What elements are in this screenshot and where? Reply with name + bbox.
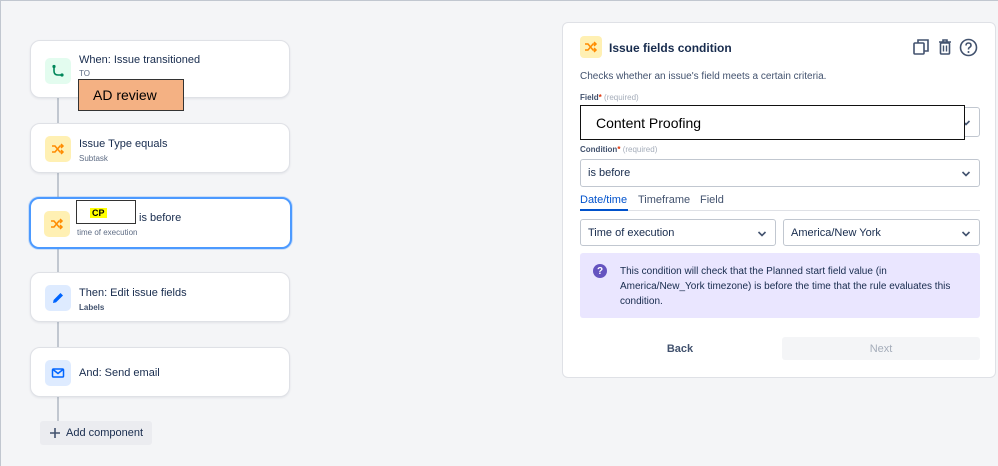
condition1-title: Issue Type equals	[79, 138, 168, 150]
field-condition-card[interactable]: is before time of execution	[29, 197, 292, 249]
mail-icon	[45, 360, 71, 386]
send-email-action-card[interactable]: And: Send email	[30, 347, 290, 397]
field-name-overlay: CP	[76, 200, 136, 224]
chevron-down-icon	[961, 229, 971, 241]
chevron-down-icon	[757, 229, 767, 241]
field-value-overlay: Content Proofing	[580, 105, 965, 140]
issue-type-condition-card[interactable]: Issue Type equals Subtask	[30, 123, 290, 173]
action1-sub: Labels	[79, 303, 105, 312]
timezone-select[interactable]: America/New York	[783, 219, 980, 246]
pencil-icon	[45, 285, 71, 311]
panel-description: Checks whether an issue's field meets a …	[580, 71, 827, 82]
active-tab-indicator	[580, 209, 628, 211]
add-component-label: Add component	[66, 427, 144, 439]
info-text: This condition will check that the Plann…	[620, 266, 951, 307]
trash-icon[interactable]	[936, 38, 954, 56]
tab-date-time[interactable]: Date/time	[580, 194, 627, 206]
next-button[interactable]: Next	[782, 337, 980, 360]
condition-select[interactable]: is before	[580, 159, 980, 187]
time-select[interactable]: Time of execution	[580, 219, 776, 246]
panel-title: Issue fields condition	[609, 41, 732, 55]
edit-fields-action-card[interactable]: Then: Edit issue fields Labels	[30, 272, 290, 322]
left-border	[0, 0, 1, 466]
tab-timeframe[interactable]: Timeframe	[638, 194, 690, 206]
tabs-divider	[580, 210, 980, 211]
top-border	[0, 0, 998, 1]
copy-icon[interactable]	[912, 38, 930, 56]
shuffle-icon	[580, 36, 602, 58]
condition-value: is before	[588, 167, 631, 179]
shuffle-icon	[44, 211, 70, 237]
action2-title: And: Send email	[79, 367, 160, 379]
action1-title: Then: Edit issue fields	[79, 287, 187, 299]
time-select-value: Time of execution	[588, 226, 675, 239]
condition2-sub: time of execution	[77, 228, 138, 237]
question-icon: ?	[593, 264, 607, 278]
condition2-title: is before	[139, 212, 182, 224]
field-label: Field* (required)	[580, 93, 639, 102]
tab-field[interactable]: Field	[700, 194, 724, 206]
condition-label: Condition* (required)	[580, 145, 658, 154]
trigger-title: When: Issue transitioned	[79, 54, 201, 66]
back-button[interactable]: Back	[640, 337, 720, 360]
plus-icon	[49, 427, 61, 439]
condition1-sub: Subtask	[79, 154, 108, 163]
status-overlay: AD review	[78, 79, 184, 111]
highlighted-text: CP	[90, 208, 107, 218]
shuffle-icon	[45, 136, 71, 162]
branch-icon	[45, 58, 71, 84]
trigger-sub: TO	[79, 69, 90, 78]
help-icon[interactable]	[959, 38, 978, 57]
timezone-select-value: America/New York	[791, 226, 881, 239]
add-component-button[interactable]: Add component	[40, 421, 152, 445]
chevron-down-icon	[961, 169, 971, 181]
